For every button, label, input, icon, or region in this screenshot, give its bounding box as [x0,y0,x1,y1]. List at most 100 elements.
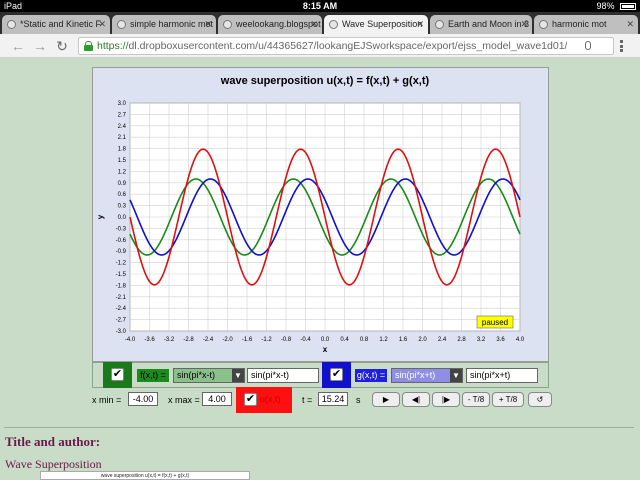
x-tick-label: 2.4 [438,337,447,343]
tab-weelookang[interactable]: weelookang.blogspot ✕ [218,15,322,34]
paused-badge-label: paused [482,318,508,327]
x-tick-label: 0.8 [360,337,369,343]
u-label: u(x,t) [260,394,281,404]
tab-earth-moon[interactable]: Earth and Moon in 3 ✕ [430,15,532,34]
x-tick-label: 4.0 [516,337,525,343]
minus-t8-button[interactable]: - T/8 [462,392,490,407]
browser-tab-strip: *Static and Kinetic F ✕ simple harmonic … [0,12,640,34]
simulation-controls: x min = -4.00 x max = 4.00 ✔ u(x,t) t = … [92,387,562,414]
y-tick-label: -1.2 [116,261,127,267]
y-tick-label: 2.4 [118,124,127,130]
tab-label: *Static and Kinetic F [20,19,102,29]
g-label: g(x,t) = [355,369,387,382]
g-visible-checkbox[interactable]: ✔ [330,368,343,381]
xmin-input[interactable]: -4.00 [128,392,158,406]
microphone-icon[interactable] [585,41,591,50]
close-icon[interactable]: ✕ [98,15,106,34]
play-button[interactable]: ▶ [372,392,400,407]
f-select-value: sin(pi*x-t) [177,370,216,380]
x-tick-label: 3.2 [477,337,486,343]
f-expression-input[interactable]: sin(pi*x-t) [247,368,319,383]
title-link[interactable]: Wave Superposition [5,457,102,472]
y-tick-label: -3.0 [116,329,127,335]
chevron-down-icon: ▼ [232,369,244,382]
tab-label: Wave Superposition [342,19,423,29]
lock-icon [84,41,93,51]
x-tick-label: 0.4 [340,337,349,343]
ios-status-bar: iPad 8:15 AM 98% [0,0,640,12]
x-tick-label: -4.0 [125,337,136,343]
y-tick-label: -0.6 [116,238,127,244]
y-tick-label: -0.3 [116,226,127,232]
reload-icon[interactable]: ↻ [54,38,70,54]
back-arrow-icon[interactable]: ← [10,38,26,54]
time-unit: s [356,395,361,405]
url-scheme: https:// [97,40,129,52]
x-axis-label: x [323,345,328,354]
step-forward-button[interactable]: |▶ [432,392,460,407]
clock: 8:15 AM [302,1,338,11]
globe-icon [539,20,548,29]
f-function-select[interactable]: sin(pi*x-t) ▼ [173,368,245,383]
url-path: /u/44365627/lookangEJSworkspace/export/e… [255,40,567,52]
globe-icon [435,20,444,29]
globe-icon [329,20,338,29]
x-tick-label: -2.4 [203,337,214,343]
tab-static-kinetic[interactable]: *Static and Kinetic F ✕ [2,15,110,34]
chart-title: wave superposition u(x,t) = f(x,t) + g(x… [220,75,430,87]
g-expression-input[interactable]: sin(pi*x+t) [466,368,538,383]
menu-icon[interactable] [620,40,623,52]
x-tick-label: -1.6 [242,337,253,343]
xmax-label: x max = [168,395,200,405]
step-back-button[interactable]: ◀| [402,392,430,407]
forward-arrow-icon[interactable]: → [32,38,48,54]
u-visible-checkbox[interactable]: ✔ [244,393,257,406]
globe-icon [223,20,232,29]
x-tick-label: -0.8 [281,337,292,343]
plus-t8-button[interactable]: + T/8 [492,392,524,407]
globe-icon [7,20,16,29]
close-icon[interactable]: ✕ [310,15,318,34]
xmax-input[interactable]: 4.00 [202,392,232,406]
thumbnail-preview: wave superposition u(x,t) = f(x,t) + g(x… [40,471,250,480]
tab-label: weelookang.blogspot [236,19,321,29]
y-tick-label: 0.3 [118,204,127,210]
wave-plot: wave superposition u(x,t) = f(x,t) + g(x… [96,75,525,354]
battery-indicator: 98% [596,0,636,12]
g-select-value: sin(pi*x+t) [395,370,436,380]
url-host: dl.dropboxusercontent.com [128,40,256,52]
f-visible-checkbox[interactable]: ✔ [111,368,124,381]
y-tick-label: 2.7 [118,112,127,118]
u-toggle-panel: ✔ u(x,t) [236,387,292,413]
tab-label: harmonic mot [552,19,607,29]
reset-button[interactable]: ↺ [528,392,552,407]
y-tick-label: 2.1 [118,135,127,141]
x-tick-label: -2.8 [183,337,194,343]
close-icon[interactable]: ✕ [416,15,424,34]
y-axis-label: y [96,214,105,219]
y-tick-label: 1.8 [118,147,127,153]
x-tick-label: 2.8 [457,337,466,343]
tab-label: simple harmonic mot [130,19,214,29]
address-bar[interactable]: https://dl.dropboxusercontent.com/u/4436… [78,37,614,55]
close-icon[interactable]: ✕ [626,15,634,34]
url-text[interactable]: https://dl.dropboxusercontent.com/u/4436… [97,38,567,55]
xmin-label: x min = [92,395,122,405]
section-divider [4,427,634,428]
y-tick-label: -2.1 [116,295,127,301]
tab-harmonic-mot[interactable]: harmonic mot ✕ [534,15,638,34]
page-content: wave superposition u(x,t) = f(x,t) + g(x… [0,59,640,480]
x-tick-label: -3.6 [144,337,155,343]
y-tick-label: 0.6 [118,192,127,198]
x-tick-label: 1.2 [379,337,388,343]
close-icon[interactable]: ✕ [520,15,528,34]
tab-simple-harmonic[interactable]: simple harmonic mot ✕ [112,15,216,34]
g-function-select[interactable]: sin(pi*x+t) ▼ [391,368,463,383]
y-tick-label: 0.9 [118,181,127,187]
g-toggle-panel: ✔ [322,362,351,388]
close-icon[interactable]: ✕ [204,15,212,34]
y-tick-label: 0.0 [118,215,127,221]
plot-panel: wave superposition u(x,t) = f(x,t) + g(x… [92,67,549,362]
tab-wave-superposition[interactable]: Wave Superposition ✕ [324,15,428,34]
x-tick-label: 0.0 [321,337,330,343]
